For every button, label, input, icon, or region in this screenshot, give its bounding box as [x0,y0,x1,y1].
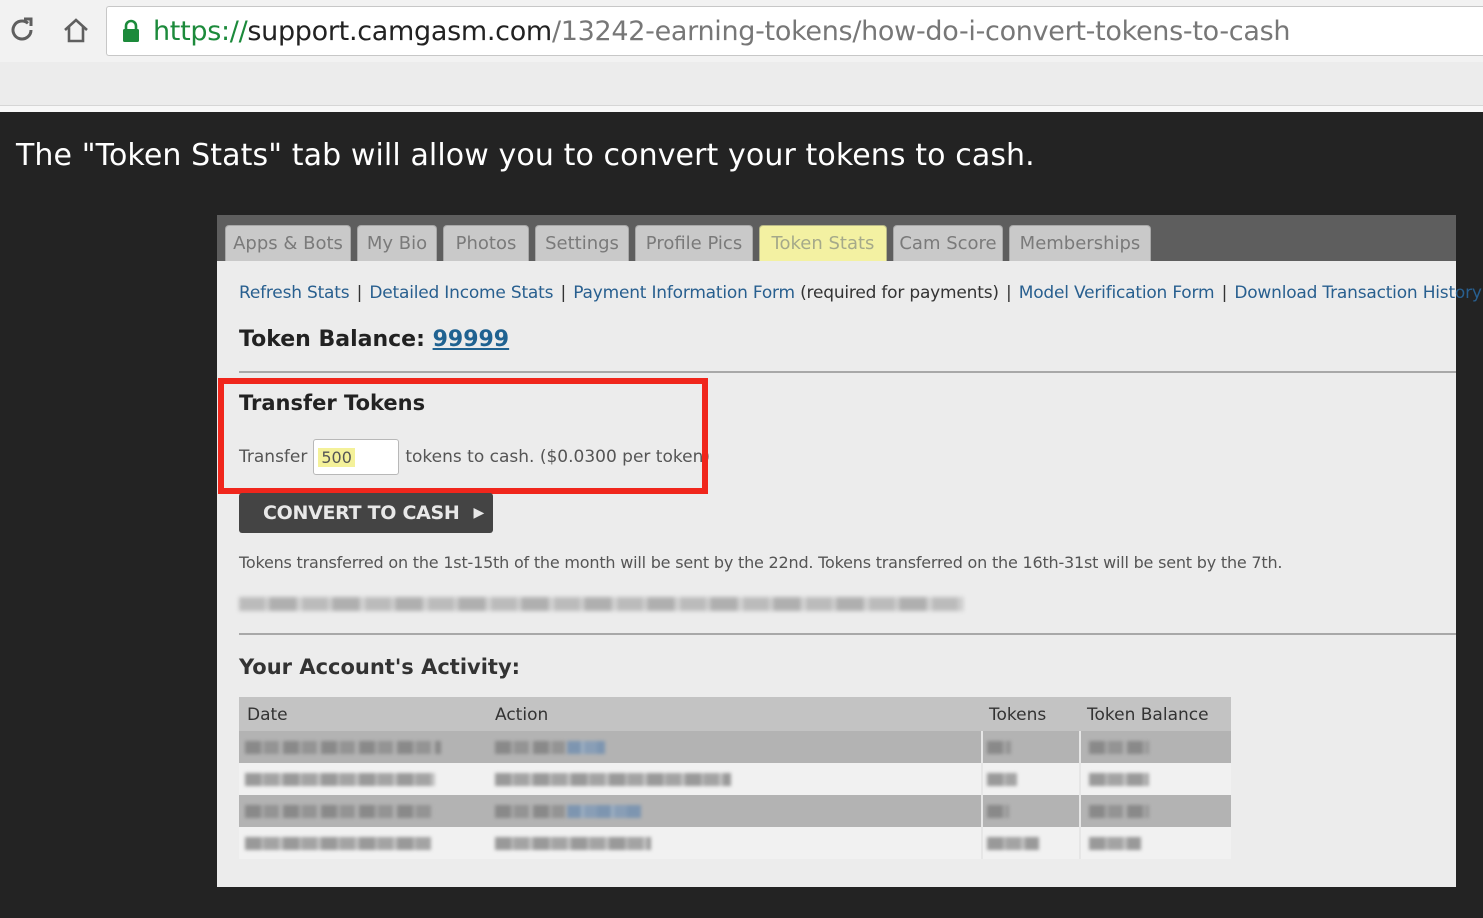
intro-text: The "Token Stats" tab will allow you to … [16,138,1035,173]
link-separator: | [1006,283,1012,303]
transfer-schedule-note: Tokens transferred on the 1st-15th of th… [239,553,1283,572]
column-divider [1079,827,1081,859]
column-tokens: Tokens [989,705,1047,725]
token-balance-label: Token Balance: [239,327,425,352]
url-scheme: https:// [153,15,248,47]
redacted-cell [987,805,1009,818]
column-divider [1079,731,1081,763]
column-divider [1079,795,1081,827]
column-divider [981,827,983,859]
table-row [239,731,1231,763]
redacted-cell [567,741,605,754]
tab-cam-score[interactable]: Cam Score [893,225,1003,261]
browser-toolbar: https://support.camgasm.com/13242-earnin… [0,0,1483,62]
column-divider [981,795,983,827]
refresh-stats-link[interactable]: Refresh Stats [239,283,350,303]
redacted-cell [1089,773,1149,786]
redacted-cell [1089,741,1149,754]
tab-my-bio[interactable]: My Bio [357,225,437,261]
reload-button[interactable] [2,10,42,50]
redacted-cell [495,741,565,754]
column-divider [981,763,983,795]
url-host: support.camgasm.com [247,15,552,47]
redacted-cell [245,805,433,818]
highlight-annotation [218,378,708,494]
activity-title: Your Account's Activity: [239,655,521,679]
bookmarks-bar [0,62,1483,106]
redacted-text [239,597,963,611]
tab-token-stats[interactable]: Token Stats [759,225,887,261]
chevron-right-icon: ▶ [473,505,485,521]
toolbar-divider [0,106,1483,112]
redacted-cell [1089,837,1141,850]
table-row [239,763,1231,795]
tab-apps-bots[interactable]: Apps & Bots [225,225,351,261]
tab-memberships[interactable]: Memberships [1009,225,1151,261]
link-separator: | [1221,283,1228,303]
tab-profile-pics[interactable]: Profile Pics [635,225,753,261]
payment-form-link[interactable]: Payment Information Form [573,283,795,303]
token-balance: Token Balance: 99999 [239,327,509,352]
link-separator: | [560,283,567,303]
home-icon [64,18,88,43]
download-history-link[interactable]: Download Transaction History [1234,283,1482,303]
stats-links: Refresh Stats | Detailed Income Stats | … [239,283,1482,303]
redacted-cell [245,837,431,850]
redacted-cell [245,773,435,786]
redacted-cell [495,773,731,786]
divider [239,371,1456,373]
column-divider [981,731,983,763]
convert-to-cash-button[interactable]: CONVERT TO CASH ▶ [239,493,493,533]
table-row [239,827,1231,859]
column-action: Action [495,705,549,725]
column-date: Date [247,705,288,725]
url-text: https://support.camgasm.com/13242-earnin… [153,16,1290,47]
divider [239,633,1456,635]
tab-bar: Apps & Bots My Bio Photos Settings Profi… [217,215,1456,261]
lock-icon [123,19,139,42]
redacted-cell [567,805,641,818]
table-row [239,795,1231,827]
reload-icon [11,17,33,41]
activity-table: Date Action Tokens Token Balance [239,697,1231,859]
token-stats-panel: Refresh Stats | Detailed Income Stats | … [217,261,1482,887]
tab-settings[interactable]: Settings [535,225,629,261]
column-divider [1079,763,1081,795]
redacted-cell [987,741,1011,754]
url-path: /13242-earning-tokens/how-do-i-convert-t… [551,15,1291,47]
redacted-cell [495,805,565,818]
convert-button-label: CONVERT TO CASH [263,502,460,524]
redacted-cell [245,741,441,754]
redacted-cell [987,837,1039,850]
activity-table-header: Date Action Tokens Token Balance [239,697,1231,731]
redacted-cell [495,837,651,850]
tab-photos[interactable]: Photos [443,225,529,261]
home-button[interactable] [56,10,96,50]
token-balance-value[interactable]: 99999 [433,327,510,352]
embedded-screenshot: Apps & Bots My Bio Photos Settings Profi… [217,215,1482,887]
link-separator: | [356,283,363,303]
redacted-cell [1089,805,1149,818]
redacted-cell [987,773,1017,786]
verification-form-link[interactable]: Model Verification Form [1019,283,1215,303]
address-bar[interactable]: https://support.camgasm.com/13242-earnin… [106,6,1483,56]
detailed-income-link[interactable]: Detailed Income Stats [369,283,553,303]
payment-note: (required for payments) [800,283,999,303]
column-token-balance: Token Balance [1087,705,1209,725]
